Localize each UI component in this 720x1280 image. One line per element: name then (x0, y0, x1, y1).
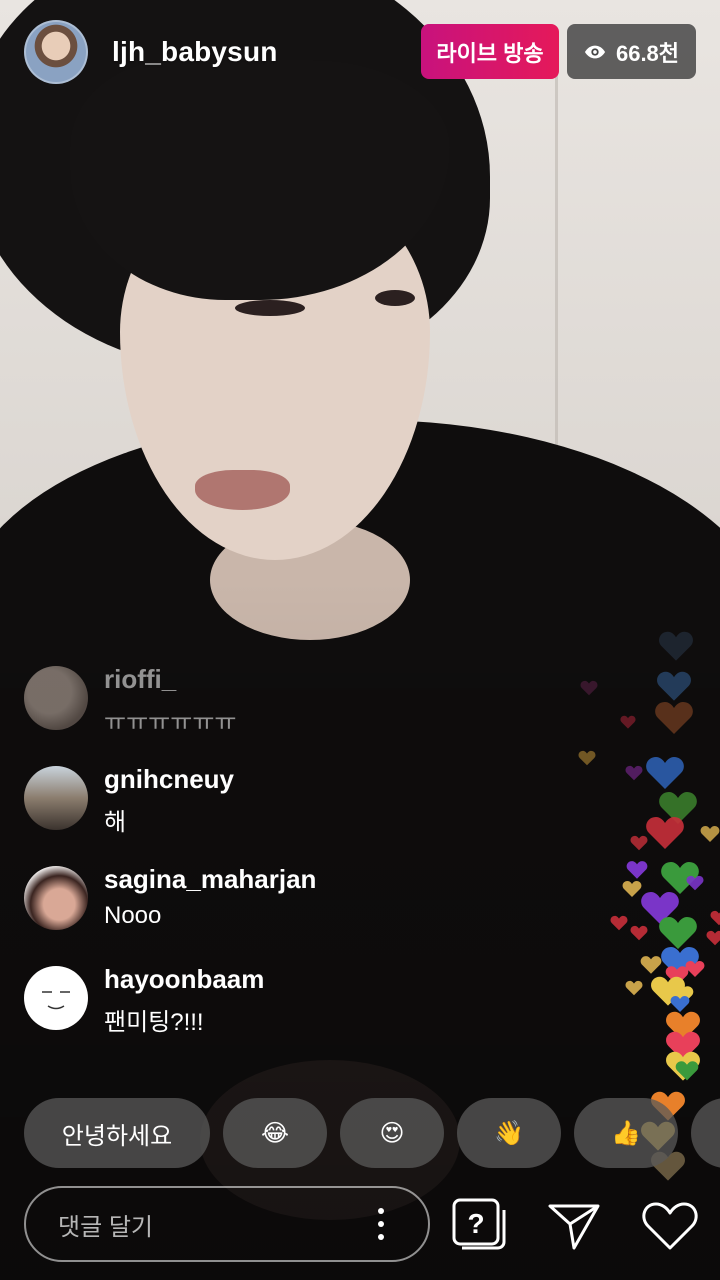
svg-text:?: ? (467, 1208, 484, 1239)
live-video (0, 0, 720, 1280)
live-badge: 라이브 방송 (421, 24, 559, 79)
comment-item: sagina_maharjan Nooo (24, 860, 584, 930)
viewer-count-badge[interactable]: 66.8천 (567, 24, 696, 79)
heart-icon[interactable] (640, 1196, 700, 1256)
quick-reply-more[interactable] (691, 1098, 720, 1168)
comment-text: 해 (104, 809, 127, 836)
commenter-username[interactable]: rioffi_ (104, 664, 176, 695)
commenter-avatar[interactable] (24, 666, 88, 730)
comment-text: 팬미팅?!!! (104, 1009, 204, 1036)
eye-icon (584, 45, 606, 58)
quick-reactions: 안녕하세요 😂 😍 👋 👍 (24, 1098, 720, 1168)
question-icon[interactable]: ? (448, 1196, 508, 1256)
viewer-count: 66.8천 (615, 40, 680, 66)
comment-item: rioffi_ ㅠㅠㅠㅠㅠㅠ (24, 660, 584, 736)
commenter-username[interactable]: gnihcneuy (104, 764, 234, 795)
commenter-avatar[interactable] (24, 866, 88, 930)
comment-input[interactable]: 댓글 달기 (24, 1186, 430, 1262)
more-icon[interactable] (374, 1206, 388, 1242)
smile-face-icon (42, 991, 70, 1010)
host-mouth (195, 470, 290, 510)
host-eye-right (375, 290, 415, 306)
commenter-avatar[interactable] (24, 966, 88, 1030)
comment-item: gnihcneuy 해 (24, 760, 584, 836)
comment-item: hayoonbaam 팬미팅?!!! (24, 960, 584, 1036)
commenter-username[interactable]: sagina_maharjan (104, 864, 316, 895)
host-avatar[interactable] (24, 20, 88, 84)
host-eye-left (235, 300, 305, 316)
commenter-username[interactable]: hayoonbaam (104, 964, 264, 995)
quick-reply-hello[interactable]: 안녕하세요 (24, 1098, 210, 1168)
comment-text: Nooo (104, 902, 162, 929)
quick-reply-heart-eyes[interactable]: 😍 (340, 1098, 444, 1168)
host-username[interactable]: ljh_babysun (112, 36, 278, 68)
commenter-avatar[interactable] (24, 766, 88, 830)
live-header: ljh_babysun 라이브 방송 66.8천 (0, 0, 720, 110)
send-icon[interactable] (544, 1196, 604, 1256)
quick-reply-laugh[interactable]: 😂 (223, 1098, 327, 1168)
comment-text: ㅠㅠㅠㅠㅠㅠ (104, 709, 237, 736)
quick-reply-wave[interactable]: 👋 (457, 1098, 561, 1168)
quick-reply-thumbs-up[interactable]: 👍 (574, 1098, 678, 1168)
